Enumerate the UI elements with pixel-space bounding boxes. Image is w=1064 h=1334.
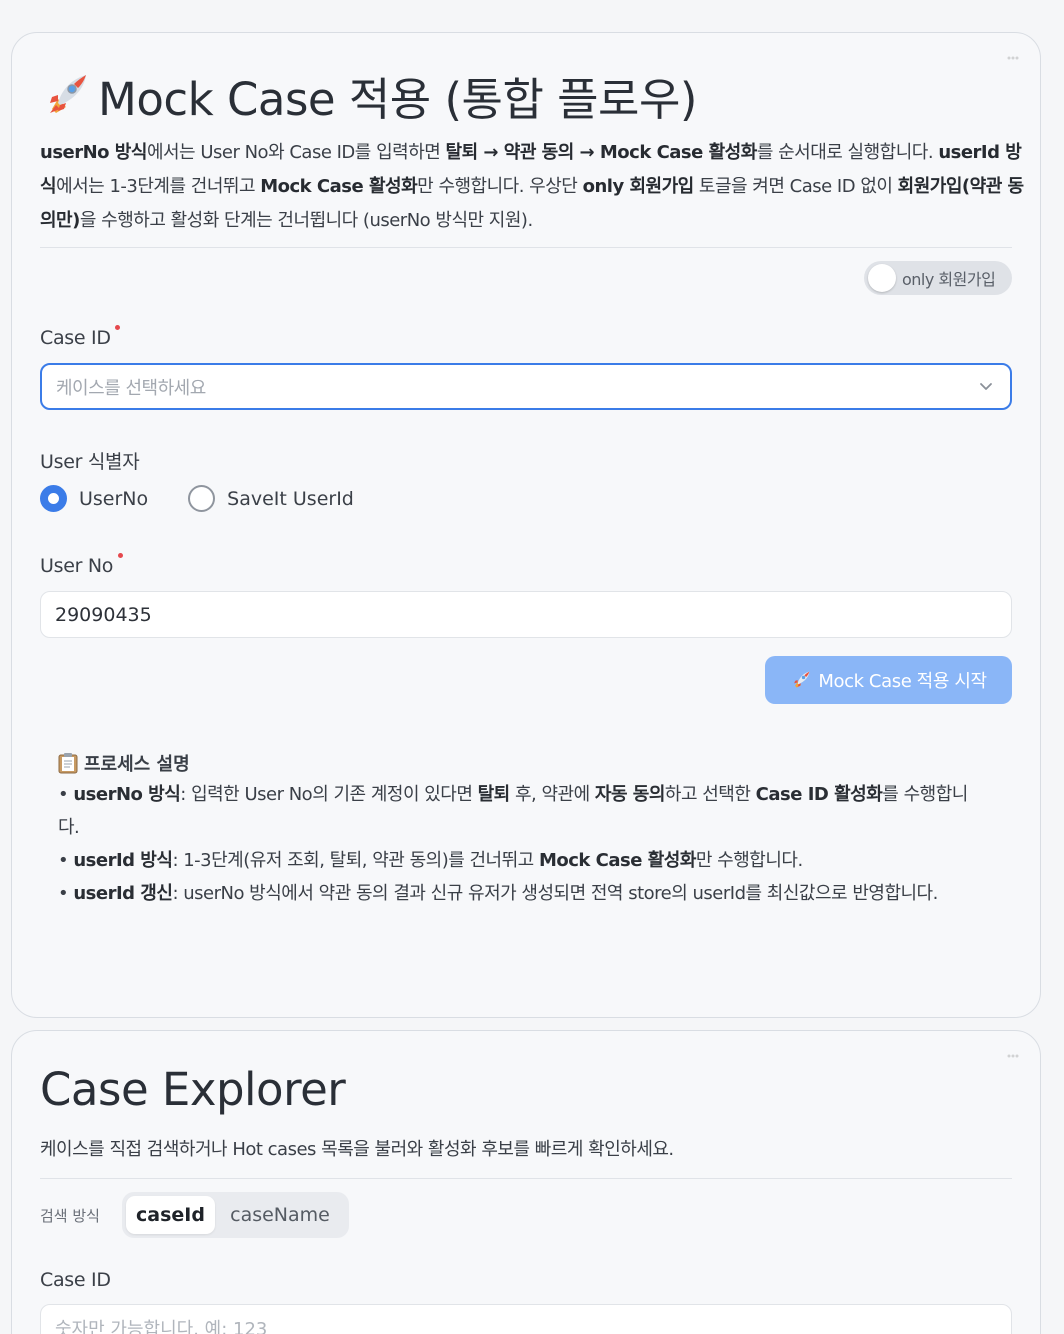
radio-saveit-userid[interactable] <box>188 485 216 512</box>
desc-toggle-name: only 회원가입 <box>582 176 695 197</box>
required-indicator <box>118 553 123 558</box>
process-text: : 입력한 User No의 기존 계정이 있다면 <box>180 784 478 805</box>
user-identifier-radio-group: UserNo SaveIt UserId <box>40 485 394 512</box>
desc-text: 를 순서대로 실행합니다. <box>756 142 939 163</box>
toggle-label: only 회원가입 <box>902 270 996 289</box>
user-no-value: 29090435 <box>55 603 152 626</box>
segment-casename[interactable]: caseName <box>215 1196 345 1234</box>
process-term: Case ID 활성화 <box>755 784 883 805</box>
desc-flow: 탈퇴 → 약관 동의 → Mock Case 활성화 <box>445 142 758 163</box>
process-item-userno: • userNo 방식: 입력한 User No의 기존 계정이 있다면 탈퇴 … <box>58 778 988 844</box>
case-explorer-title: Case Explorer <box>40 1063 346 1116</box>
process-title-text: 프로세스 설명 <box>84 754 190 775</box>
bullet: • <box>58 784 74 805</box>
case-id-placeholder: 케이스를 선택하세요 <box>56 377 206 399</box>
process-text: 만 수행합니다. <box>695 850 803 871</box>
explorer-case-id-input[interactable]: 숫자만 가능합니다. 예: 123 <box>40 1304 1012 1334</box>
process-item-userid-refresh: • userId 갱신: userNo 방식에서 약관 동의 결과 신규 유저가… <box>58 877 988 910</box>
segment-caseid[interactable]: caseId <box>126 1196 215 1234</box>
case-id-label: Case ID <box>40 327 111 349</box>
desc-text: 에서는 User No와 Case ID를 입력하면 <box>146 142 446 163</box>
user-no-input[interactable]: 29090435 <box>40 591 1012 638</box>
case-explorer-card: Case Explorer 케이스를 직접 검색하거나 Hot cases 목록… <box>11 1030 1041 1334</box>
radio-saveit-userid-label: SaveIt UserId <box>227 487 354 510</box>
more-icon <box>1007 1054 1019 1058</box>
process-text: 하고 선택한 <box>664 784 756 805</box>
process-title: 프로세스 설명 <box>58 748 988 778</box>
desc-userno-mode: userNo 방식 <box>40 142 147 163</box>
process-text: : 1-3단계(유저 조회, 탈퇴, 약관 동의)를 건너뛰고 <box>172 850 539 871</box>
radio-userno[interactable] <box>40 485 67 512</box>
explorer-case-id-placeholder: 숫자만 가능합니다. 예: 123 <box>55 1318 268 1334</box>
case-id-select[interactable]: 케이스를 선택하세요 <box>40 363 1012 410</box>
explorer-case-id-label: Case ID <box>40 1269 111 1291</box>
process-text: : userNo 방식에서 약관 동의 결과 신규 유저가 생성되면 전역 st… <box>172 883 938 904</box>
bullet: • <box>58 850 74 871</box>
desc-activate: Mock Case 활성화 <box>260 176 418 197</box>
radio-userno-label: UserNo <box>79 487 149 510</box>
rocket-icon <box>50 75 86 113</box>
user-identifier-label: User 식별자 <box>40 451 140 473</box>
process-term: userId 갱신 <box>73 883 173 904</box>
clipboard-icon <box>58 753 78 774</box>
mock-case-description: userNo 방식에서는 User No와 Case ID를 입력하면 탈퇴 →… <box>40 136 1030 238</box>
required-indicator <box>115 325 120 330</box>
process-term: 자동 동의 <box>594 784 666 805</box>
only-signup-toggle[interactable]: only 회원가입 <box>864 261 1012 295</box>
divider <box>40 1178 1012 1179</box>
process-term: Mock Case 활성화 <box>538 850 696 871</box>
mock-case-card: Mock Case 적용 (통합 플로우) userNo 방식에서는 User … <box>11 32 1041 1018</box>
page-title-text: Mock Case 적용 (통합 플로우) <box>98 73 697 126</box>
rocket-icon <box>794 671 810 688</box>
bullet: • <box>58 883 74 904</box>
desc-text: 토글을 켜면 Case ID 없이 <box>693 176 898 197</box>
desc-text: 만 수행합니다. 우상단 <box>417 176 583 197</box>
toggle-knob <box>868 264 896 292</box>
page-title: Mock Case 적용 (통합 플로우) <box>40 63 697 128</box>
more-icon <box>1007 56 1019 60</box>
start-mock-case-button[interactable]: Mock Case 적용 시작 <box>765 656 1012 704</box>
process-item-userid: • userId 방식: 1-3단계(유저 조회, 탈퇴, 약관 동의)를 건너… <box>58 844 988 877</box>
process-term: userNo 방식 <box>73 784 181 805</box>
process-text: 후, 약관에 <box>509 784 595 805</box>
divider <box>40 247 1012 248</box>
user-no-label: User No <box>40 555 114 577</box>
search-mode-label: 검색 방식 <box>40 1207 100 1225</box>
case-explorer-description: 케이스를 직접 검색하거나 Hot cases 목록을 불러와 활성화 후보를 … <box>40 1139 674 1160</box>
radio-option-userno[interactable]: UserNo <box>40 485 148 512</box>
desc-text: 을 수행하고 활성화 단계는 건너뜁니다 (userNo 방식만 지원). <box>79 210 533 231</box>
search-mode-segmented: caseId caseName <box>122 1192 349 1238</box>
desc-text: 에서는 1-3단계를 건너뛰고 <box>56 176 261 197</box>
process-description: 프로세스 설명 • userNo 방식: 입력한 User No의 기존 계정이… <box>58 748 988 910</box>
chevron-down-icon <box>980 383 992 390</box>
start-button-label: Mock Case 적용 시작 <box>818 671 987 692</box>
radio-option-saveit-userid[interactable]: SaveIt UserId <box>188 485 354 512</box>
process-term: 탈퇴 <box>477 784 511 805</box>
process-term: userId 방식 <box>73 850 173 871</box>
